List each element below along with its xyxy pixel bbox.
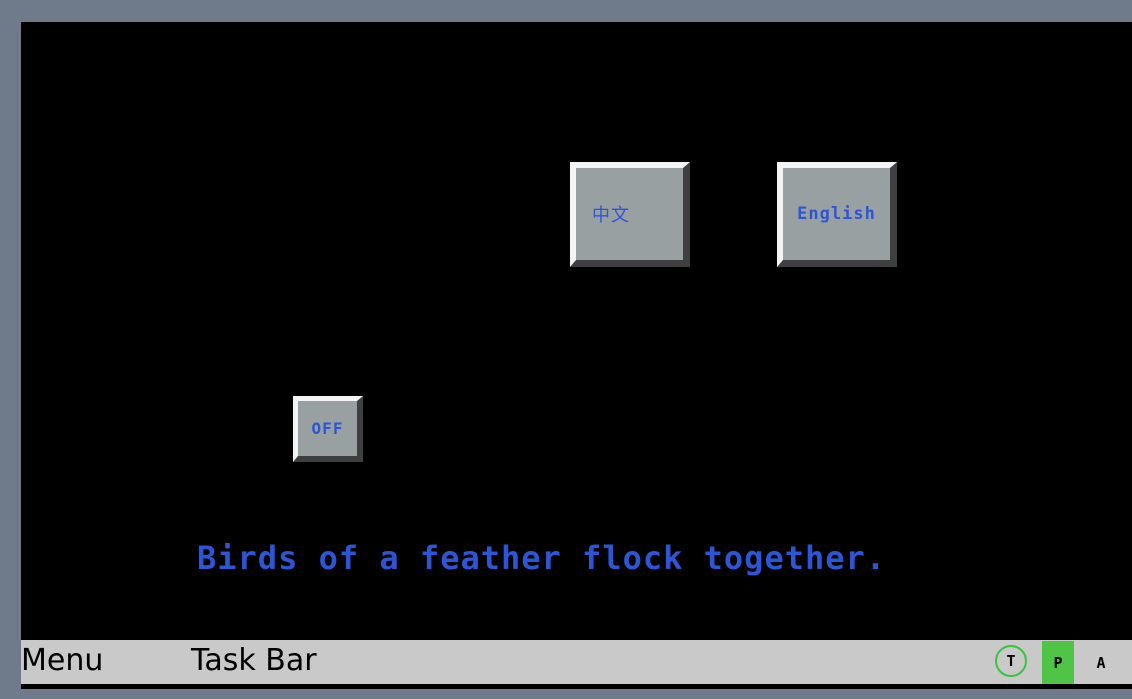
p-indicator-button[interactable]: P xyxy=(1042,641,1074,684)
taskbar-title: Task Bar xyxy=(191,643,317,678)
chinese-language-button[interactable]: 中文 xyxy=(570,162,690,267)
message-text: Birds of a feather flock together. xyxy=(197,539,887,577)
a-indicator-button[interactable]: A xyxy=(1085,641,1117,684)
off-button[interactable]: OFF xyxy=(293,396,363,462)
hmi-screen xyxy=(21,22,1132,689)
menu-button[interactable]: Menu xyxy=(21,643,103,679)
t-indicator-button[interactable]: T xyxy=(995,645,1027,677)
english-language-button[interactable]: English xyxy=(777,162,897,267)
taskbar: Menu Task Bar T P A xyxy=(21,640,1132,684)
